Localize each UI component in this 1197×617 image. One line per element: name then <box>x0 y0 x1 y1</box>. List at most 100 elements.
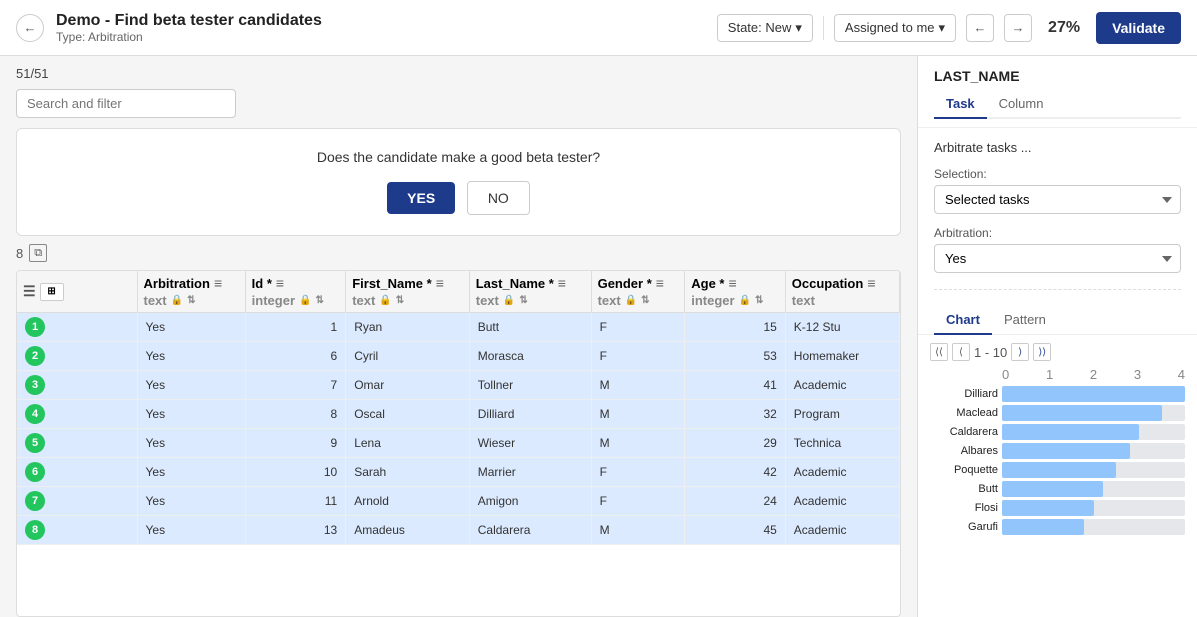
age-cell: 29 <box>685 429 786 458</box>
bar-row: Maclead <box>930 405 1185 421</box>
next-button[interactable]: → <box>1004 14 1032 42</box>
record-count: 51/51 <box>16 66 901 81</box>
row-num-cell: 4 <box>17 400 137 429</box>
chart-pagination: ⟨⟨ ⟨ 1 - 10 ⟩ ⟩⟩ <box>930 343 1185 361</box>
copy-icon[interactable]: ⧉ <box>29 244 47 262</box>
data-table: ☰ ⊞ Arbitration ≡ text 🔒 <box>17 271 900 545</box>
bar-label: Dilliard <box>930 388 998 400</box>
tab-column[interactable]: Column <box>987 92 1056 119</box>
table-row[interactable]: 2 Yes 6 Cyril Morasca F 53 Homemaker <box>17 342 900 371</box>
lastname-col-menu-icon[interactable]: ≡ <box>558 275 566 291</box>
occupation-cell: Program <box>785 400 899 429</box>
sort-icon[interactable]: ⇅ <box>755 295 763 306</box>
tab-pattern[interactable]: Pattern <box>992 306 1058 335</box>
toggle-columns-button[interactable]: ⊞ <box>40 283 64 301</box>
id-cell: 9 <box>245 429 346 458</box>
arbitration-cell: Yes <box>137 516 245 545</box>
state-button[interactable]: State: New ▾ <box>717 14 813 42</box>
last-page-button[interactable]: ⟩⟩ <box>1033 343 1051 361</box>
task-column-tabs: Task Column <box>934 92 1181 119</box>
lastname-cell: Caldarera <box>469 516 591 545</box>
row-badge: 7 <box>25 491 45 511</box>
lock-icon: 🔒 <box>299 295 311 306</box>
row-badge: 6 <box>25 462 45 482</box>
topbar: ← Demo - Find beta tester candidates Typ… <box>0 0 1197 56</box>
bar-fill <box>1002 500 1094 516</box>
row-num-cell: 1 <box>17 313 137 342</box>
firstname-col-menu-icon[interactable]: ≡ <box>436 275 444 291</box>
hamburger-icon[interactable]: ☰ <box>23 283 36 300</box>
sort-icon[interactable]: ⇅ <box>315 295 323 306</box>
sort-icon[interactable]: ⇅ <box>641 295 649 306</box>
page-type: Type: Arbitration <box>56 30 717 44</box>
bar-track <box>1002 481 1185 497</box>
firstname-cell: Cyril <box>346 342 470 371</box>
gender-col-label: Gender * <box>598 276 652 291</box>
next-page-button[interactable]: ⟩ <box>1011 343 1029 361</box>
id-col-menu-icon[interactable]: ≡ <box>276 275 284 291</box>
table-row[interactable]: 6 Yes 10 Sarah Marrier F 42 Academic <box>17 458 900 487</box>
arbitration-col-label: Arbitration <box>144 276 210 291</box>
right-panel-header: LAST_NAME Task Column <box>918 56 1197 128</box>
copy-row: 8 ⧉ <box>0 236 917 270</box>
yes-button[interactable]: YES <box>387 182 455 214</box>
prev-button[interactable]: ← <box>966 14 994 42</box>
sort-icon[interactable]: ⇅ <box>187 295 195 306</box>
table-row[interactable]: 5 Yes 9 Lena Wieser M 29 Technica <box>17 429 900 458</box>
firstname-cell: Oscal <box>346 400 470 429</box>
table-row[interactable]: 4 Yes 8 Oscal Dilliard M 32 Program <box>17 400 900 429</box>
table-row[interactable]: 8 Yes 13 Amadeus Caldarera M 45 Academic <box>17 516 900 545</box>
first-page-button[interactable]: ⟨⟨ <box>930 343 948 361</box>
bar-row: Flosi <box>930 500 1185 516</box>
arbitration-col-menu-icon[interactable]: ≡ <box>214 275 222 291</box>
firstname-cell: Amadeus <box>346 516 470 545</box>
occupation-col-type: text <box>792 293 815 308</box>
sort-icon[interactable]: ⇅ <box>396 295 404 306</box>
table-row[interactable]: 7 Yes 11 Arnold Amigon F 24 Academic <box>17 487 900 516</box>
occupation-col-label: Occupation <box>792 276 864 291</box>
selection-select[interactable]: Selected tasks All tasks Filtered tasks <box>934 185 1181 214</box>
no-button[interactable]: NO <box>467 181 530 215</box>
age-cell: 45 <box>685 516 786 545</box>
age-col-type: integer <box>691 293 734 308</box>
field-name: LAST_NAME <box>934 68 1181 84</box>
bar-row: Garufi <box>930 519 1185 535</box>
gender-col-menu-icon[interactable]: ≡ <box>656 275 664 291</box>
lock-icon: 🔒 <box>625 295 637 306</box>
bar-track <box>1002 386 1185 402</box>
table-row[interactable]: 1 Yes 1 Ryan Butt F 15 K-12 Stu <box>17 313 900 342</box>
age-col-menu-icon[interactable]: ≡ <box>728 275 736 291</box>
tab-task[interactable]: Task <box>934 92 987 119</box>
chart-pattern-tabs: Chart Pattern <box>918 306 1197 335</box>
arbitrate-text: Arbitrate tasks ... <box>934 140 1181 155</box>
prev-page-button[interactable]: ⟨ <box>952 343 970 361</box>
validate-button[interactable]: Validate <box>1096 12 1181 44</box>
occupation-cell: Technica <box>785 429 899 458</box>
age-col-label: Age * <box>691 276 724 291</box>
row-num-cell: 3 <box>17 371 137 400</box>
bar-track <box>1002 519 1185 535</box>
arbitration-cell: Yes <box>137 342 245 371</box>
bar-fill <box>1002 481 1103 497</box>
sort-icon[interactable]: ⇅ <box>519 295 527 306</box>
age-cell: 32 <box>685 400 786 429</box>
assigned-button[interactable]: Assigned to me ▾ <box>834 14 956 42</box>
occupation-col-menu-icon[interactable]: ≡ <box>867 275 875 291</box>
question-card: Does the candidate make a good beta test… <box>16 128 901 236</box>
tab-chart[interactable]: Chart <box>934 306 992 335</box>
arbitration-cell: Yes <box>137 400 245 429</box>
lastname-cell: Amigon <box>469 487 591 516</box>
bar-fill <box>1002 462 1116 478</box>
id-cell: 1 <box>245 313 346 342</box>
bar-label: Poquette <box>930 464 998 476</box>
bar-label: Flosi <box>930 502 998 514</box>
search-input[interactable] <box>16 89 236 118</box>
row-badge: 5 <box>25 433 45 453</box>
table-row[interactable]: 3 Yes 7 Omar Tollner M 41 Academic <box>17 371 900 400</box>
bar-row: Dilliard <box>930 386 1185 402</box>
arbitration-cell: Yes <box>137 313 245 342</box>
back-icon: ← <box>24 20 37 35</box>
back-button[interactable]: ← <box>16 14 44 42</box>
arbitration-select[interactable]: Yes No <box>934 244 1181 273</box>
occupation-cell: Academic <box>785 371 899 400</box>
